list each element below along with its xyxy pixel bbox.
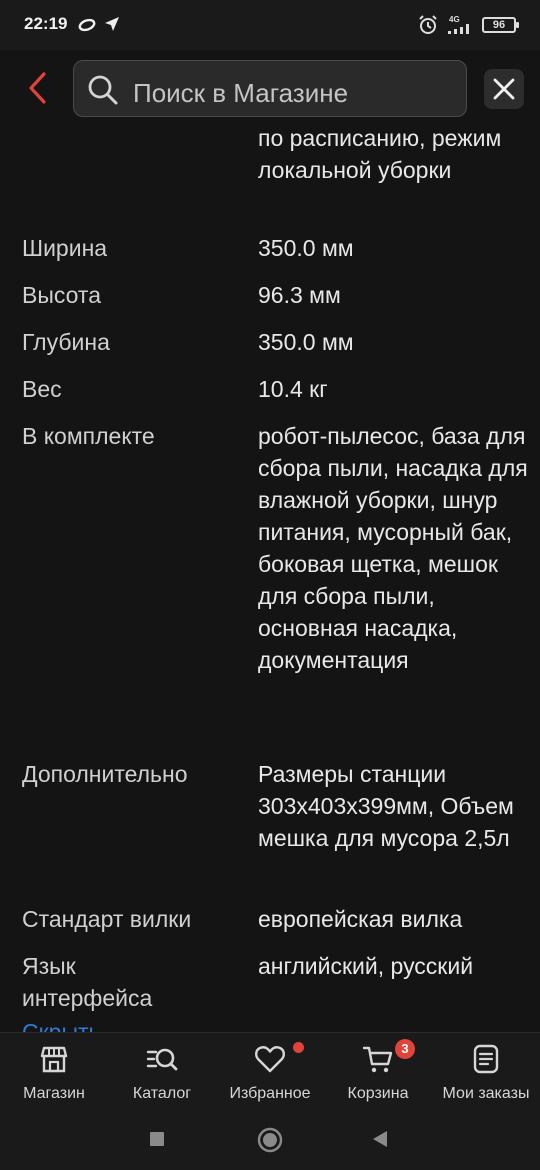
status-time: 22:19 bbox=[24, 14, 68, 33]
spec-value: 96.3 мм bbox=[258, 282, 341, 308]
store-icon bbox=[40, 1046, 68, 1073]
spec-label: Ширина bbox=[22, 235, 108, 261]
cart-icon bbox=[362, 1046, 393, 1073]
nav-label: Избранное bbox=[229, 1085, 311, 1102]
spec-label: Стандарт вилки bbox=[22, 906, 192, 932]
search-bar[interactable]: Поиск в Магазине bbox=[73, 60, 467, 117]
orders-icon bbox=[473, 1044, 499, 1074]
network-type: 4G bbox=[449, 15, 460, 24]
spec-value: английский, русский bbox=[258, 953, 474, 979]
spec-label: Язык интерфейса bbox=[22, 953, 153, 1011]
system-nav bbox=[0, 1106, 540, 1170]
triangle-back-icon bbox=[373, 1131, 387, 1147]
nav-item-orders[interactable]: Мои заказы bbox=[432, 1033, 540, 1107]
back-button[interactable] bbox=[22, 70, 54, 106]
spec-value: Размеры станции 303х403х399мм, Объем меш… bbox=[258, 761, 514, 851]
hide-link[interactable]: Скрыть bbox=[22, 1016, 101, 1032]
circle-home-icon bbox=[257, 1127, 283, 1153]
nav-item-catalog[interactable]: Каталог bbox=[108, 1033, 216, 1107]
oval-icon bbox=[78, 18, 96, 32]
spec-label: Дополнительно bbox=[22, 761, 188, 787]
heart-icon bbox=[255, 1046, 285, 1073]
search-icon bbox=[88, 75, 118, 105]
nav-item-cart[interactable]: 3 Корзина bbox=[324, 1033, 432, 1107]
spec-label: Вес bbox=[22, 376, 62, 402]
nav-item-favorites[interactable]: Избранное bbox=[216, 1033, 324, 1107]
signal-icon bbox=[448, 24, 469, 34]
battery-icon: 96 bbox=[482, 17, 519, 33]
catalog-search-icon bbox=[146, 1048, 178, 1071]
close-icon bbox=[493, 78, 515, 100]
cart-count-badge: 3 bbox=[395, 1039, 415, 1059]
search-input[interactable]: Поиск в Магазине bbox=[133, 78, 348, 109]
spec-label: Глубина bbox=[22, 329, 110, 355]
nav-label: Мои заказы bbox=[442, 1085, 530, 1102]
nav-label: Магазин bbox=[23, 1085, 85, 1102]
spec-label: В комплекте bbox=[22, 423, 155, 449]
spec-value: 10.4 кг bbox=[258, 376, 328, 402]
spec-value: 350.0 мм bbox=[258, 235, 354, 261]
location-arrow-icon bbox=[105, 17, 119, 31]
close-button[interactable] bbox=[484, 69, 524, 109]
spec-value: по расписанию, режим локальной уборки bbox=[258, 128, 502, 183]
header: Поиск в Магазине bbox=[0, 50, 540, 128]
spec-value: робот-пылесос, база для сбора пыли, наса… bbox=[258, 423, 528, 673]
home-button[interactable] bbox=[257, 1127, 283, 1158]
nav-label: Корзина bbox=[347, 1085, 409, 1102]
spec-label: Высота bbox=[22, 282, 101, 308]
back-nav-button[interactable] bbox=[372, 1131, 388, 1152]
chevron-left-icon bbox=[29, 72, 46, 104]
bottom-nav: Магазин Каталог Избранное 3 Корзина Мои … bbox=[0, 1032, 540, 1106]
alarm-icon bbox=[419, 15, 437, 34]
spec-value: 350.0 мм bbox=[258, 329, 354, 355]
recents-button[interactable] bbox=[150, 1132, 164, 1151]
nav-item-store[interactable]: Магазин bbox=[0, 1033, 108, 1107]
favorites-dot bbox=[293, 1042, 304, 1053]
nav-label: Каталог bbox=[132, 1085, 192, 1102]
status-bar: 22:19 4G 96 bbox=[0, 0, 540, 50]
specs-list: по расписанию, режим локальной уборки Ши… bbox=[0, 128, 540, 1032]
square-recents-icon bbox=[150, 1132, 164, 1146]
spec-value: европейская вилка bbox=[258, 906, 463, 932]
